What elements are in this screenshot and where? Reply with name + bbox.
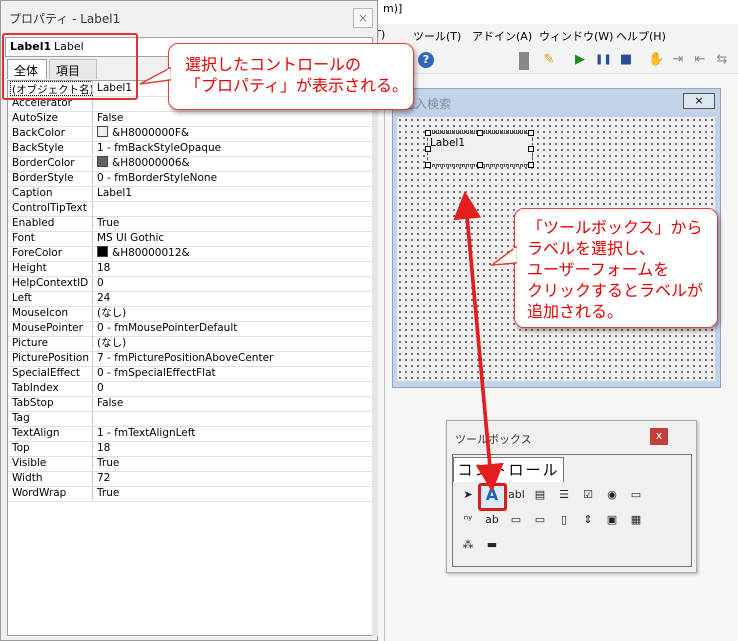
callout-toolbox-line-5: 追加される。 bbox=[527, 302, 624, 321]
callout-properties-line-1: 選択したコントロールの bbox=[185, 55, 362, 74]
callout-toolbox-pointer bbox=[490, 245, 517, 266]
callout-toolbox-line-4: クリックするとラベルが bbox=[527, 281, 704, 300]
callout-toolbox-line-2: ラベルを選択し、 bbox=[527, 239, 656, 258]
callout-toolbox-line-3: ユーザーフォームを bbox=[527, 260, 670, 279]
callout-properties: 選択したコントロールの 「プロパティ」が表示される。 bbox=[168, 43, 414, 110]
callout-toolbox: 「ツールボックス」から ラベルを選択し、 ユーザーフォームを クリックするとラベ… bbox=[514, 208, 718, 328]
callout-properties-line-2: 「プロパティ」が表示される。 bbox=[185, 76, 409, 95]
callout-toolbox-line-1: 「ツールボックス」から bbox=[527, 218, 703, 237]
callout-properties-pointer bbox=[139, 66, 171, 85]
arrow-label-to-toolbox bbox=[464, 204, 504, 492]
